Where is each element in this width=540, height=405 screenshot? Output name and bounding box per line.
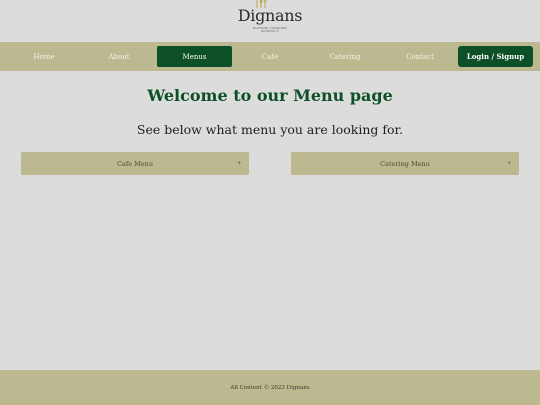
- nav-item-about[interactable]: About: [83, 46, 155, 67]
- header: Dignans Outside Catering Edinburgh: [0, 0, 540, 42]
- plus-icon: +: [507, 160, 511, 167]
- nav-item-menus[interactable]: Menus: [157, 46, 232, 67]
- page-title: Welcome to our Menu page: [147, 86, 393, 105]
- brand-logo[interactable]: Dignans Outside Catering Edinburgh: [235, 0, 305, 42]
- footer-copyright: All Content © 2023 Dignans: [230, 384, 310, 391]
- brand-name: Dignans: [237, 6, 303, 25]
- nav-item-contact[interactable]: Contact: [384, 46, 456, 67]
- accordion-label: Catering Menu: [380, 159, 430, 168]
- plus-icon: +: [237, 160, 241, 167]
- accordion-label: Cafe Menu: [116, 159, 154, 168]
- utensils-icon: [256, 0, 267, 8]
- catering-menu-accordion[interactable]: Catering Menu +: [291, 152, 519, 175]
- login-signup-button[interactable]: Login / Signup: [458, 46, 533, 67]
- page: Dignans Outside Catering Edinburgh Home …: [0, 0, 540, 405]
- brand-location: Edinburgh: [261, 30, 279, 33]
- cafe-menu-accordion[interactable]: Cafe Menu +: [21, 152, 249, 175]
- nav-item-cafe[interactable]: Cafe: [234, 46, 306, 67]
- main-nav: Home About Menus Cafe Catering Contact L…: [0, 42, 540, 71]
- nav-item-catering[interactable]: Catering: [309, 46, 381, 67]
- footer: All Content © 2023 Dignans: [0, 370, 540, 405]
- page-subtitle: See below what menu you are looking for.: [136, 122, 404, 137]
- nav-item-home[interactable]: Home: [8, 46, 80, 67]
